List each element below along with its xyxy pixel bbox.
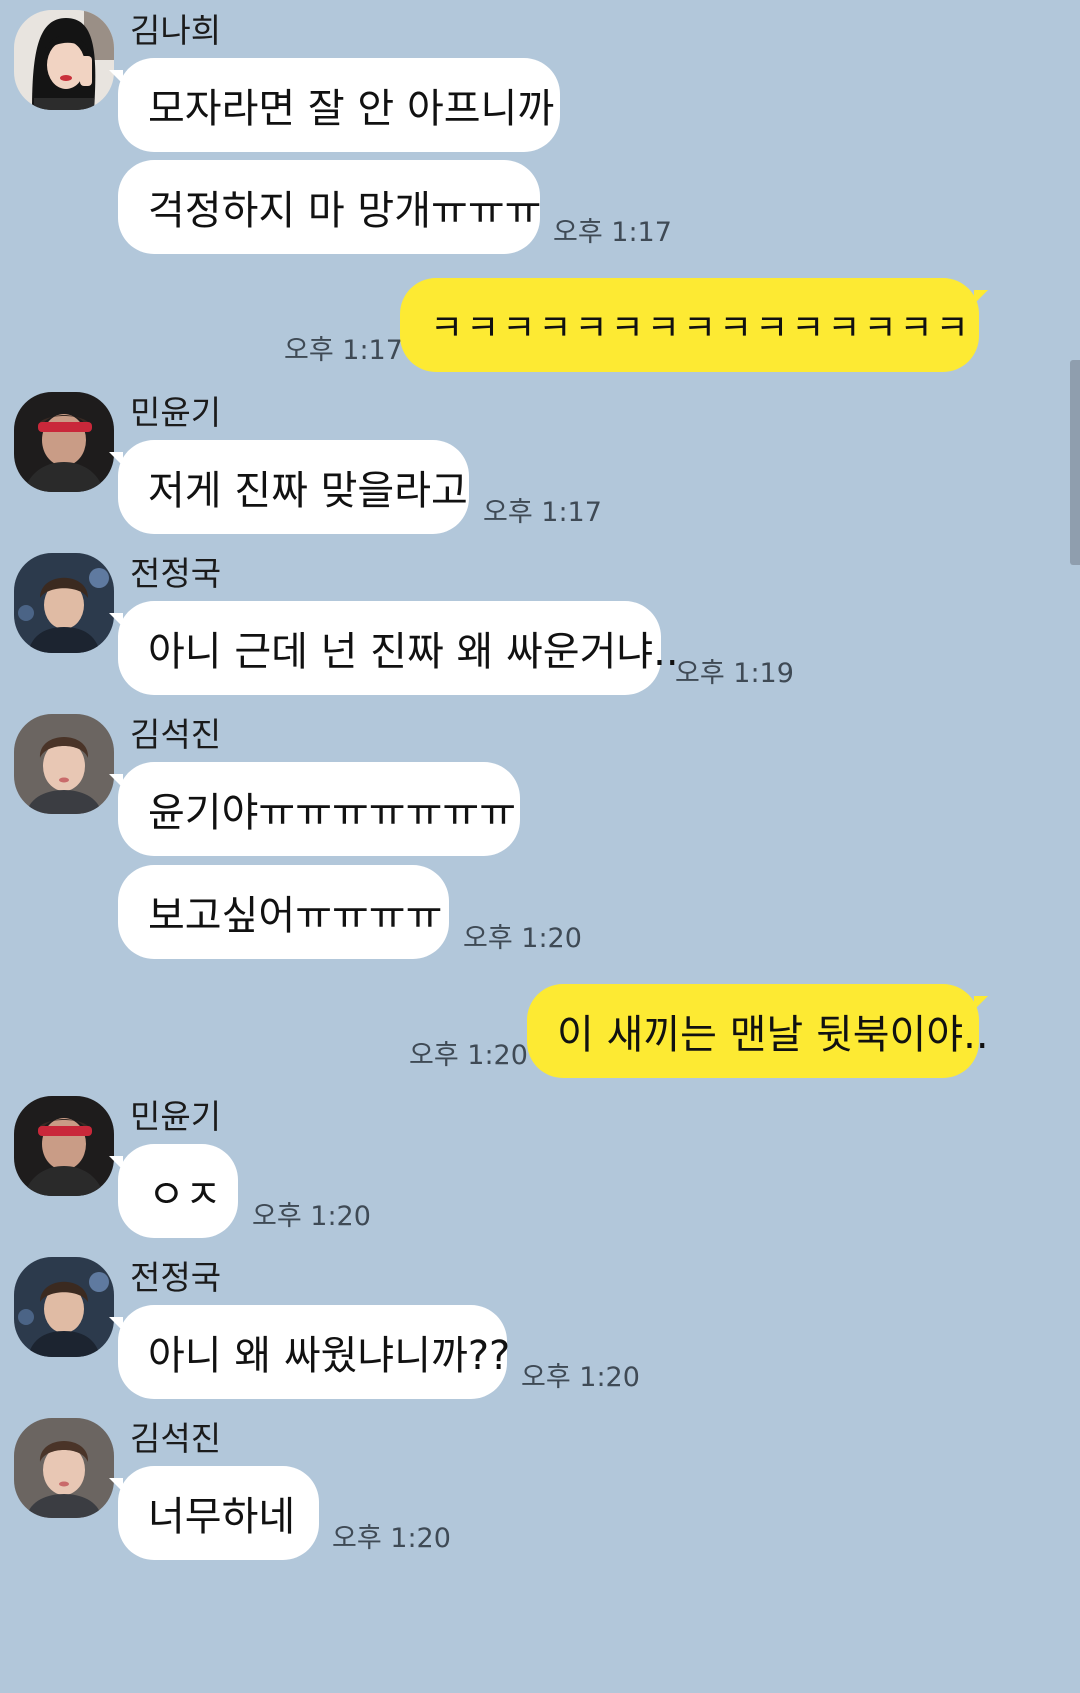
sender-name: 전정국 <box>130 554 222 593</box>
message-time: 오후 1:17 <box>553 217 672 248</box>
message-bubble[interactable]: 모자라면 잘 안 아프니까 <box>109 58 560 152</box>
my-message-bubble[interactable]: ㅋㅋㅋㅋㅋㅋㅋㅋㅋㅋㅋㅋㅋㅋㅋ <box>400 278 988 372</box>
message-time: 오후 1:19 <box>675 658 794 689</box>
my-message-bubble[interactable]: 이 새끼는 맨날 뒷북이야.. <box>527 984 989 1078</box>
sender-name: 민윤기 <box>130 1097 222 1136</box>
message-time: 오후 1:20 <box>521 1362 640 1393</box>
kimseokjin-avatar[interactable] <box>14 714 114 814</box>
kimnahee-avatar[interactable] <box>14 10 114 110</box>
sender-name: 김석진 <box>130 1419 222 1458</box>
jeonjungkook-avatar[interactable] <box>14 553 114 653</box>
message-bubble[interactable]: 보고싶어ㅠㅠㅠㅠ <box>118 865 449 959</box>
message-bubble[interactable]: 걱정하지 마 망개ㅠㅠㅠ <box>118 160 541 254</box>
message-time: 오후 1:17 <box>284 335 403 366</box>
scrollbar-thumb[interactable] <box>1070 360 1080 565</box>
message-bubble[interactable]: 윤기야ㅠㅠㅠㅠㅠㅠㅠ <box>109 762 520 856</box>
message-bubble[interactable]: ㅇㅈ <box>109 1144 238 1238</box>
message-time: 오후 1:17 <box>483 497 602 528</box>
minyoongi-avatar[interactable] <box>14 392 114 492</box>
message-time: 오후 1:20 <box>463 923 582 954</box>
message-bubble[interactable]: 저게 진짜 맞을라고 <box>109 440 469 534</box>
message-time: 오후 1:20 <box>252 1201 371 1232</box>
message-time: 오후 1:20 <box>332 1523 451 1554</box>
message-time: 오후 1:20 <box>409 1040 528 1071</box>
message-bubble[interactable]: 아니 근데 넌 진짜 왜 싸운거냐.. <box>109 601 679 695</box>
sender-name: 민윤기 <box>130 393 222 432</box>
sender-name: 김나희 <box>130 11 222 50</box>
sender-name: 김석진 <box>130 715 222 754</box>
jeonjungkook-avatar[interactable] <box>14 1257 114 1357</box>
kimseokjin-avatar[interactable] <box>14 1418 114 1518</box>
message-bubble[interactable]: 아니 왜 싸웠냐니까?? <box>109 1305 510 1399</box>
minyoongi-avatar[interactable] <box>14 1096 114 1196</box>
message-bubble[interactable]: 너무하네 <box>109 1466 319 1560</box>
sender-name: 전정국 <box>130 1258 222 1297</box>
